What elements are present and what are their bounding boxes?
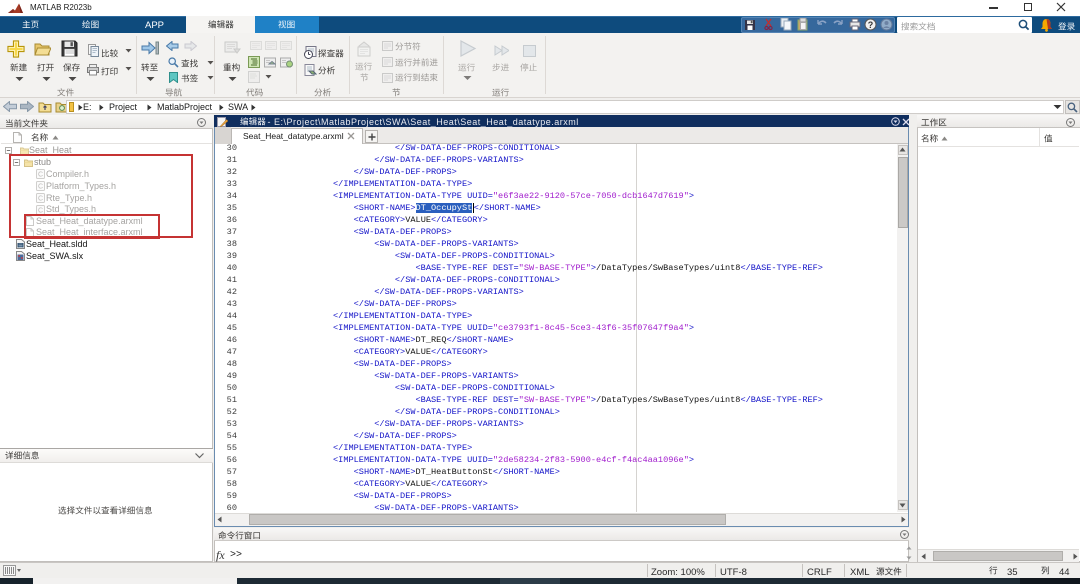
svg-text:?: ? [868,20,874,30]
